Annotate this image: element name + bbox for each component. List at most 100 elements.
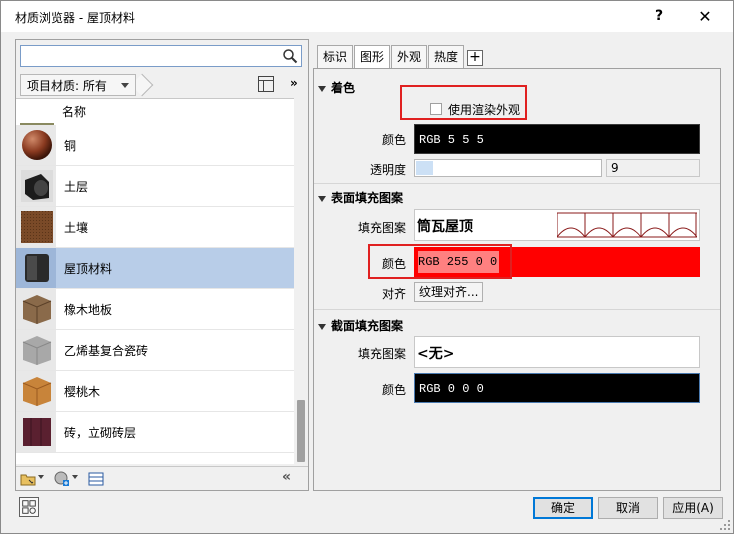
search-input[interactable] [20,45,302,67]
material-row-soil-layer[interactable]: 土层 [16,166,294,207]
collapse-library-button[interactable]: « [282,469,291,485]
material-editor-toggle-icon[interactable] [19,497,39,517]
create-material-icon[interactable] [54,471,70,487]
roof-material-thumbnail [25,254,49,282]
thumbnail-cell [16,207,56,247]
cut-pattern-section-header[interactable]: 截面填充图案 [318,317,403,334]
resize-grip-icon[interactable] [719,519,731,531]
material-name: 铜 [64,139,77,153]
material-list: 名称 铜 土层 土壤 屋顶材料 橡木地板 乙烯基复合瓷砖 樱桃木 砖，立砌砖层 [16,98,294,464]
vinyl-tile-thumbnail [22,336,52,365]
thumbnail-cell [16,289,56,329]
cut-pattern-field[interactable]: <无> [414,336,700,368]
material-row-oak-floor[interactable]: 橡木地板 [16,289,294,330]
add-asset-button[interactable]: + [467,50,483,66]
tab-identity[interactable]: 标识 [317,45,353,69]
section-divider [314,183,720,184]
thumbnail-cell [16,166,56,206]
brick-thumbnail [23,418,51,446]
graphics-properties-pane: 着色 使用渲染外观 颜色 RGB 5 5 5 透明度 9 表面填充图案 填充图案… [313,68,721,491]
tab-appearance[interactable]: 外观 [391,45,427,69]
cancel-button[interactable]: 取消 [598,497,658,519]
collapse-triangle-icon [318,85,326,92]
material-name: 土层 [64,180,89,194]
material-name: 土壤 [64,221,89,235]
search-icon[interactable] [282,48,298,64]
chevron-down-icon [121,83,129,88]
cut-pattern-name: <无> [417,346,455,362]
collapse-triangle-icon [318,323,326,330]
title-bar: 材质浏览器 - 屋顶材料 ? ✕ [1,1,733,32]
section-title: 截面填充图案 [331,319,404,333]
soil-thumbnail [21,211,53,243]
cut-pattern-label: 填充图案 [357,347,406,361]
material-row-brick[interactable]: 砖，立砌砖层 [16,412,294,453]
material-row-soil[interactable]: 土壤 [16,207,294,248]
material-row-copper[interactable]: 铜 [16,125,294,166]
scope-row: 项目材质: 所有 » [16,73,308,98]
surface-pattern-name: 筒瓦屋顶 [417,219,473,235]
material-browser-dialog: 材质浏览器 - 屋顶材料 ? ✕ 项目材质: 所有 » 名称 铜 土层 土壤 屋… [0,0,734,534]
tab-graphics[interactable]: 图形 [354,45,390,70]
surface-pattern-label: 填充图案 [357,221,406,235]
texture-align-button[interactable]: 纹理对齐... [414,282,484,302]
toggle-library-panel-icon[interactable] [258,76,274,92]
annotation-highlight-surface-color [368,244,512,279]
asset-browser-icon[interactable] [88,471,104,487]
cut-color-label: 颜色 [381,383,406,397]
section-divider [314,309,720,310]
tab-thermal[interactable]: 热度 [428,45,464,69]
scope-filter-label: 项目材质: 所有 [27,79,107,93]
material-name: 乙烯基复合瓷砖 [64,344,149,358]
roof-tile-pattern-preview [557,212,697,238]
transparency-slider-fill [416,161,433,175]
scope-filter-dropdown[interactable]: 项目材质: 所有 [20,74,136,96]
material-row-cherry-wood[interactable]: 樱桃木 [16,371,294,412]
section-title: 表面填充图案 [331,191,404,205]
shading-section-header[interactable]: 着色 [318,79,355,96]
material-name: 樱桃木 [64,385,101,399]
oak-floor-thumbnail [22,295,52,324]
cherry-wood-thumbnail [22,377,52,406]
material-library-pane: 项目材质: 所有 » 名称 铜 土层 土壤 屋顶材料 橡木地板 乙烯基复合瓷砖 … [15,39,309,491]
surface-align-label: 对齐 [381,287,406,301]
shading-color-label: 颜色 [381,133,406,147]
shading-color-field[interactable]: RGB 5 5 5 [414,124,700,154]
transparency-slider[interactable] [414,159,602,177]
soil-layer-thumbnail [21,170,53,202]
thumbnail-cell [16,125,56,165]
material-row-roof-material[interactable]: 屋顶材料 [16,248,294,289]
transparency-label: 透明度 [369,163,406,177]
dialog-button-bar: 确定 取消 应用(A) [1,493,733,533]
material-row-vinyl-tile[interactable]: 乙烯基复合瓷砖 [16,330,294,371]
name-column-header[interactable]: 名称 [62,103,86,120]
material-name: 屋顶材料 [64,262,113,276]
surface-pattern-field[interactable]: 筒瓦屋顶 [414,209,700,241]
thumbnail-cell [16,248,56,288]
collapse-triangle-icon [318,195,326,202]
help-button[interactable]: ? [637,1,681,32]
ok-button[interactable]: 确定 [533,497,593,519]
thumbnail-cell [16,412,56,452]
open-library-icon[interactable] [20,471,36,487]
annotation-highlight-render-checkbox [400,85,527,120]
section-title: 着色 [331,81,356,95]
material-name: 橡木地板 [64,303,113,317]
chevron-down-icon[interactable] [38,475,44,479]
thumbnail-cell [16,371,56,411]
apply-button[interactable]: 应用(A) [663,497,723,519]
transparency-value[interactable]: 9 [606,159,700,177]
window-title: 材质浏览器 - 屋顶材料 [15,11,135,25]
chevron-down-icon[interactable] [72,475,78,479]
thumbnail-cell [16,330,56,370]
close-button[interactable]: ✕ [683,1,727,32]
surface-pattern-section-header[interactable]: 表面填充图案 [318,189,403,206]
more-options-button[interactable]: » [290,76,298,90]
scrollbar-thumb[interactable] [297,400,305,462]
library-toolbar: « [16,466,308,490]
material-name: 砖，立砌砖层 [64,426,137,440]
list-header: 名称 [16,99,294,129]
copper-sphere-thumbnail [22,130,52,160]
cut-color-field[interactable]: RGB 0 0 0 [414,373,700,403]
material-list-scrollbar[interactable] [294,98,308,464]
